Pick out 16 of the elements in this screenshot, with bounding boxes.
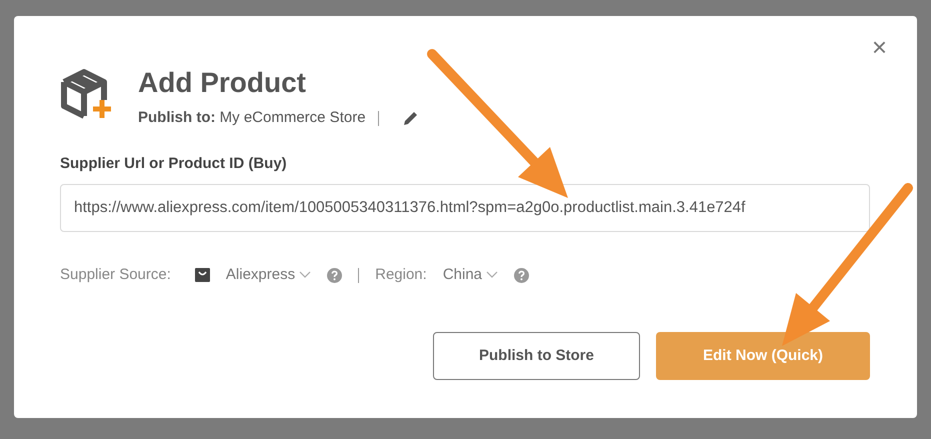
caret-icon: [299, 271, 312, 280]
help-icon[interactable]: [327, 268, 342, 283]
dialog-title: Add Product: [138, 68, 307, 99]
region-label: Region:: [375, 264, 427, 285]
close-button[interactable]: ×: [868, 34, 891, 60]
url-field[interactable]: https://www.aliexpress.com/item/1005005340311376.html?spm=a2g0o.productlist.main.3.41e724f: [60, 184, 870, 232]
supplier-source-dropdown[interactable]: Aliexpress: [226, 264, 312, 286]
publish-button[interactable]: Publish to Store: [433, 332, 640, 380]
bag-icon: [194, 268, 210, 282]
field-label: Supplier Url or Product ID (Buy): [60, 154, 288, 174]
supplier-source-label: Supplier Source:: [60, 264, 171, 285]
region-dropdown[interactable]: China: [442, 264, 498, 286]
pencil-icon[interactable]: [402, 110, 419, 126]
help-icon[interactable]: [514, 268, 530, 283]
caret-icon: [486, 271, 498, 280]
publish-to-text: Publish to: My eCommerce Store: [138, 108, 366, 128]
